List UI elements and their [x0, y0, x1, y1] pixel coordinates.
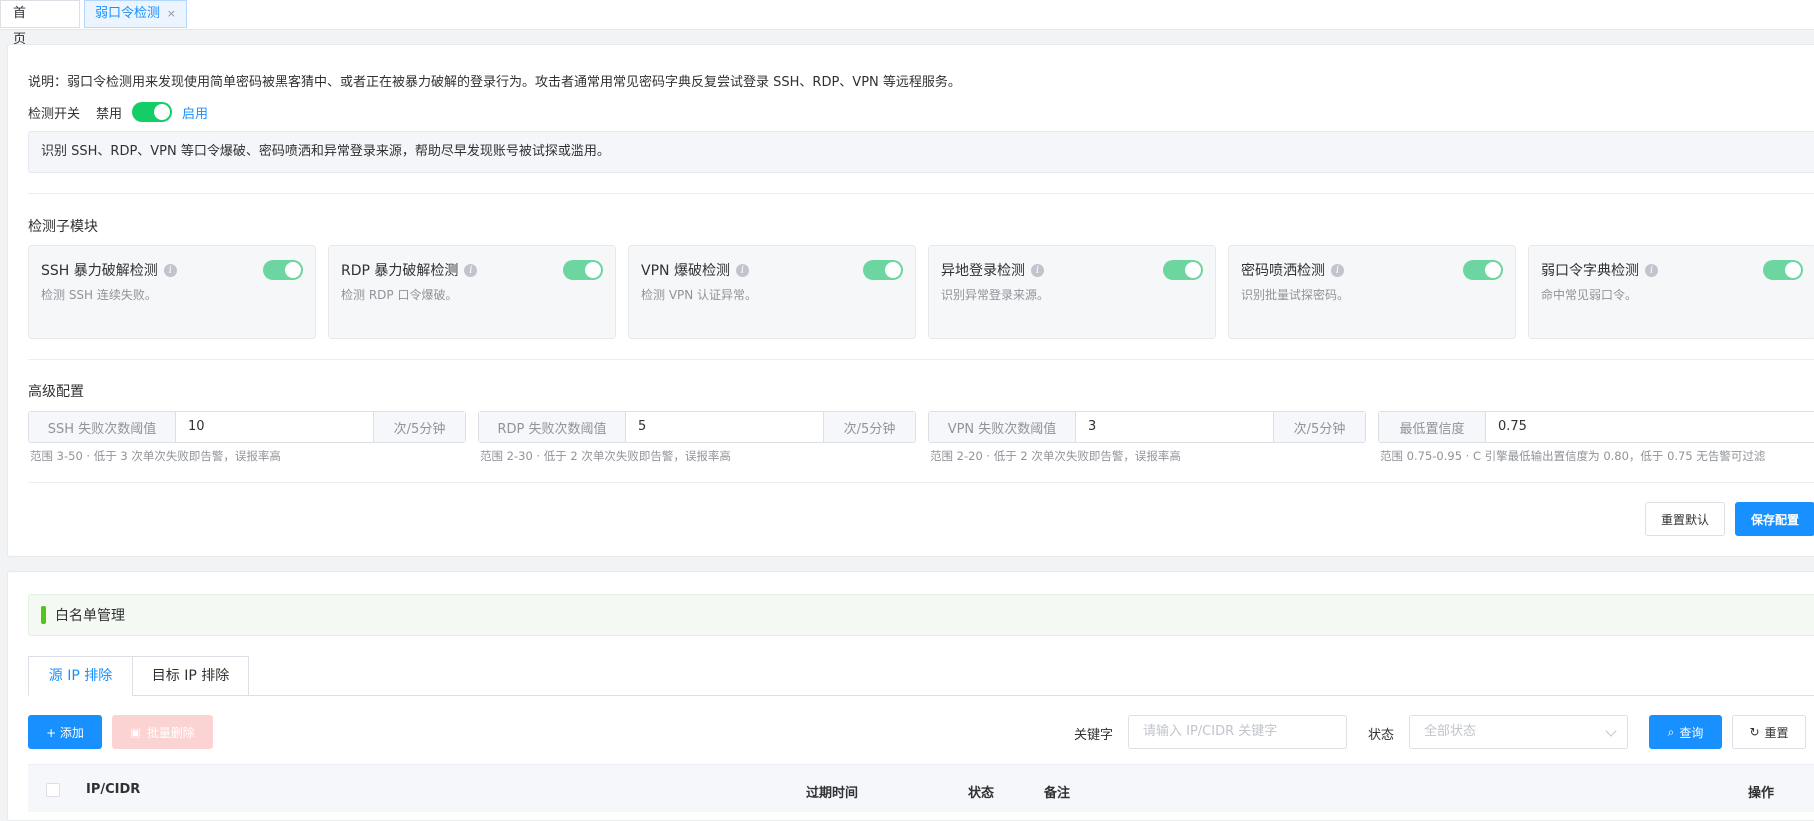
module-card-vpn: VPN 爆破检测 i 检测 VPN 认证异常。: [628, 245, 916, 339]
field-hint: 范围 2-30 · 低于 2 次单次失败即告警，误报率高: [480, 449, 731, 463]
module-card-ssh: SSH 暴力破解检测 i 检测 SSH 连续失败。: [28, 245, 316, 339]
module-desc: 检测 RDP 口令爆破。: [341, 288, 458, 302]
field-hint: 范围 3-50 · 低于 3 次单次失败即告警，误报率高: [30, 449, 281, 463]
vpn-threshold-input[interactable]: 3: [1076, 412, 1273, 442]
module-title: 密码喷洒检测: [1241, 263, 1325, 279]
field-label: VPN 失败次数阈值: [929, 412, 1076, 442]
module-desc: 命中常见弱口令。: [1541, 288, 1638, 302]
module-card-remote-login: 异地登录检测 i 识别异常登录来源。: [928, 245, 1216, 339]
tab-weak-password-label: 弱口令检测: [95, 6, 161, 21]
info-icon[interactable]: i: [1645, 263, 1658, 277]
switch-on-label: 启用: [182, 106, 209, 122]
batch-delete-button[interactable]: ▣ 批量删除: [112, 715, 213, 749]
trash-icon: ▣: [130, 725, 141, 739]
module-desc: 检测 VPN 认证异常。: [641, 288, 758, 302]
batch-delete-label: 批量删除: [146, 725, 195, 740]
detection-switch-row: 检测开关 禁用 启用: [28, 100, 208, 124]
divider: [28, 193, 1814, 194]
status-select[interactable]: 全部状态: [1409, 715, 1628, 749]
info-box: 识别 SSH、RDP、VPN 等口令爆破、密码喷洒和异常登录来源，帮助尽早发现账…: [28, 131, 1814, 173]
module-toggle[interactable]: [1163, 260, 1203, 280]
tab-weak-password[interactable]: 弱口令检测 ×: [84, 0, 187, 28]
module-toggle[interactable]: [1763, 260, 1803, 280]
column-header: 操作: [1748, 786, 1775, 801]
detection-switch-label: 检测开关: [28, 106, 81, 122]
rdp-threshold-field: RDP 失败次数阈值 5 次/5分钟: [478, 411, 916, 443]
switch-off-label: 禁用: [96, 106, 123, 122]
whitelist-header: 白名单管理: [28, 594, 1814, 636]
description-text: 说明：弱口令检测用来发现使用简单密码被黑客猜中、或者正在被暴力破解的登录行为。攻…: [28, 75, 961, 90]
ssh-threshold-field: SSH 失败次数阈值 10 次/5分钟: [28, 411, 466, 443]
search-icon: ⌕: [1667, 724, 1675, 739]
column-header: 备注: [1044, 786, 1071, 801]
refresh-icon: ↻: [1749, 725, 1760, 739]
module-card-dictionary: 弱口令字典检测 i 命中常见弱口令。: [1528, 245, 1814, 339]
column-header: 过期时间: [806, 786, 859, 801]
info-icon[interactable]: i: [464, 263, 478, 277]
vpn-threshold-field: VPN 失败次数阈值 3 次/5分钟: [928, 411, 1366, 443]
column-header: IP/CIDR: [86, 782, 141, 797]
status-select-value: 全部状态: [1424, 724, 1477, 739]
info-icon[interactable]: i: [1031, 263, 1044, 277]
field-label: RDP 失败次数阈值: [479, 412, 626, 442]
field-unit: 次/5分钟: [373, 412, 465, 442]
tab-source-ip[interactable]: 源 IP 排除: [28, 656, 133, 696]
field-hint: 范围 2-20 · 低于 2 次单次失败即告警，误报率高: [930, 449, 1181, 463]
reset-label: 重置: [1764, 725, 1789, 740]
accent-bar: [41, 606, 46, 624]
select-all-checkbox[interactable]: [46, 783, 60, 797]
module-desc: 识别异常登录来源。: [941, 288, 1050, 302]
status-label: 状态: [1368, 728, 1395, 743]
module-toggle[interactable]: [263, 260, 303, 280]
field-hint: 范围 0.75-0.95 · C 引擎最低输出置信度为 0.80，低于 0.75…: [1380, 449, 1766, 463]
table-header: IP/CIDR 过期时间 状态 备注 操作: [28, 764, 1814, 812]
module-toggle[interactable]: [863, 260, 903, 280]
module-desc: 识别批量试探密码。: [1241, 288, 1350, 302]
whitelist-tabs: 源 IP 排除 目标 IP 排除: [28, 656, 1814, 696]
save-config-button[interactable]: 保存配置: [1735, 502, 1814, 536]
info-icon[interactable]: i: [1331, 263, 1344, 277]
chevron-down-icon: [1605, 725, 1617, 737]
module-title: RDP 暴力破解检测: [341, 263, 459, 279]
ssh-threshold-input[interactable]: 10: [176, 412, 373, 442]
field-label: SSH 失败次数阈值: [29, 412, 176, 442]
modules-title: 检测子模块: [28, 219, 98, 235]
whitelist-card: 白名单管理 源 IP 排除 目标 IP 排除 + 添加 ▣ 批量删除 关键字 请…: [7, 571, 1814, 821]
tab-target-ip[interactable]: 目标 IP 排除: [132, 656, 249, 696]
rdp-threshold-input[interactable]: 5: [626, 412, 823, 442]
add-button[interactable]: + 添加: [28, 715, 102, 749]
module-desc: 检测 SSH 连续失败。: [41, 288, 157, 302]
min-confidence-field: 最低置信度 0.75: [1378, 411, 1814, 443]
module-toggle[interactable]: [563, 260, 603, 280]
divider: [28, 482, 1814, 483]
tab-home[interactable]: 首页: [0, 0, 80, 47]
info-icon[interactable]: i: [735, 263, 749, 277]
config-card: 说明：弱口令检测用来发现使用简单密码被黑客猜中、或者正在被暴力破解的登录行为。攻…: [7, 44, 1814, 557]
module-card-spray: 密码喷洒检测 i 识别批量试探密码。: [1228, 245, 1516, 339]
module-title: SSH 暴力破解检测: [41, 263, 158, 279]
page-tab-bar: 首页 弱口令检测 ×: [0, 0, 1814, 47]
reset-default-button[interactable]: 重置默认: [1645, 502, 1725, 536]
keyword-label: 关键字: [1074, 728, 1114, 743]
field-unit: 次/5分钟: [1273, 412, 1365, 442]
info-icon[interactable]: i: [163, 263, 177, 277]
whitelist-title: 白名单管理: [55, 608, 125, 624]
column-header: 状态: [968, 786, 995, 801]
module-title: 弱口令字典检测: [1541, 263, 1639, 279]
field-unit: 次/5分钟: [823, 412, 915, 442]
module-title: VPN 爆破检测: [641, 263, 730, 279]
query-button[interactable]: ⌕ 查询: [1649, 715, 1722, 749]
detection-toggle[interactable]: [132, 102, 173, 122]
close-icon[interactable]: ×: [167, 1, 176, 27]
query-label: 查询: [1679, 725, 1704, 740]
module-title: 异地登录检测: [941, 263, 1025, 279]
divider: [28, 359, 1814, 360]
field-label: 最低置信度: [1379, 412, 1486, 442]
min-confidence-input[interactable]: 0.75: [1486, 412, 1814, 442]
advanced-title: 高级配置: [28, 384, 84, 400]
module-card-rdp: RDP 暴力破解检测 i 检测 RDP 口令爆破。: [328, 245, 616, 339]
reset-button[interactable]: ↻ 重置: [1732, 715, 1806, 749]
keyword-input[interactable]: 请输入 IP/CIDR 关键字: [1128, 715, 1347, 749]
module-toggle[interactable]: [1463, 260, 1503, 280]
